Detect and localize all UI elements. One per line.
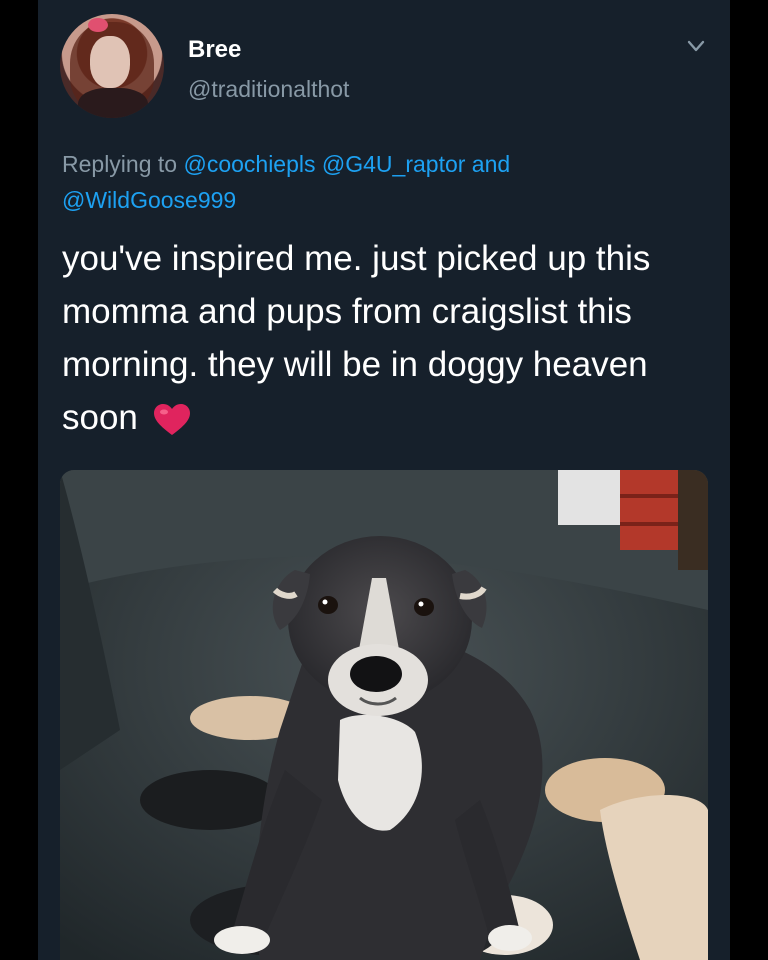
mention-link[interactable]: @G4U_raptor	[322, 151, 466, 177]
replying-to-line: Replying to @coochiepls @G4U_raptor and …	[62, 146, 702, 218]
chevron-down-icon[interactable]	[686, 36, 706, 56]
tweet-text: you've inspired me. just picked up this …	[62, 232, 702, 444]
avatar-shirt	[78, 88, 148, 118]
avatar-bow	[88, 18, 108, 32]
mention-and[interactable]: and	[472, 151, 510, 177]
reply-prefix: Replying to	[62, 151, 178, 177]
heart-emoji-icon	[153, 403, 190, 435]
user-handle[interactable]: @traditionalthot	[188, 76, 349, 103]
tweet-body: you've inspired me. just picked up this …	[62, 239, 651, 437]
tweet-card[interactable]: Bree @traditionalthot Replying to @cooch…	[38, 0, 730, 960]
mention-link[interactable]: @WildGoose999	[62, 187, 236, 213]
mention-link[interactable]: @coochiepls	[183, 151, 315, 177]
dog-photo-image	[60, 470, 708, 960]
tweet-photo[interactable]	[60, 470, 708, 960]
avatar-face	[90, 36, 130, 88]
display-name[interactable]: Bree	[188, 36, 241, 64]
avatar[interactable]	[60, 14, 164, 118]
